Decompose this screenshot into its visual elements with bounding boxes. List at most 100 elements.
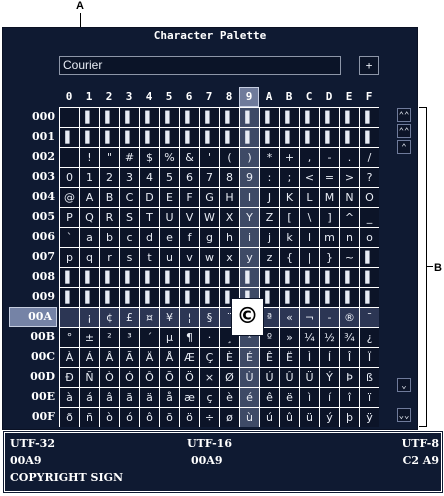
- character-cell[interactable]: ▌: [100, 128, 119, 147]
- character-cell[interactable]: î: [340, 388, 359, 407]
- character-cell[interactable]: 5: [160, 168, 179, 187]
- character-cell[interactable]: .: [340, 148, 359, 167]
- character-cell[interactable]: ý: [320, 408, 339, 427]
- character-cell[interactable]: ▌: [220, 108, 239, 127]
- character-cell[interactable]: ô: [140, 408, 159, 427]
- character-cell[interactable]: ø: [220, 408, 239, 427]
- character-cell[interactable]: ^: [340, 208, 359, 227]
- character-cell[interactable]: ]: [320, 208, 339, 227]
- character-cell[interactable]: X: [220, 208, 239, 227]
- character-cell[interactable]: V: [180, 208, 199, 227]
- character-cell[interactable]: ▌: [180, 128, 199, 147]
- character-cell[interactable]: ¼: [300, 328, 319, 347]
- character-cell[interactable]: ▌: [260, 108, 279, 127]
- character-cell[interactable]: ▌: [320, 128, 339, 147]
- character-cell[interactable]: ú: [260, 408, 279, 427]
- character-cell[interactable]: µ: [160, 328, 179, 347]
- character-cell[interactable]: ▌: [300, 268, 319, 287]
- character-cell[interactable]: x: [220, 248, 239, 267]
- character-cell[interactable]: ': [200, 148, 219, 167]
- character-cell[interactable]: Ô: [140, 368, 159, 387]
- character-cell[interactable]: Í: [320, 348, 339, 367]
- character-cell[interactable]: è: [220, 388, 239, 407]
- character-cell[interactable]: ▌: [280, 108, 299, 127]
- character-cell[interactable]: ▌: [320, 288, 339, 307]
- column-header[interactable]: A: [259, 87, 279, 107]
- character-cell[interactable]: Ø: [220, 368, 239, 387]
- character-cell[interactable]: Ð: [60, 368, 79, 387]
- character-cell[interactable]: £: [120, 308, 139, 327]
- character-cell[interactable]: l: [300, 228, 319, 247]
- character-cell[interactable]: á: [80, 388, 99, 407]
- character-cell[interactable]: ¶: [180, 328, 199, 347]
- character-cell[interactable]: Ã: [120, 348, 139, 367]
- row-header[interactable]: 000: [3, 107, 59, 127]
- character-cell[interactable]: 9: [240, 168, 259, 187]
- character-cell[interactable]: ▌: [280, 268, 299, 287]
- character-cell[interactable]: ¬: [300, 308, 319, 327]
- column-header[interactable]: E: [339, 87, 359, 107]
- character-cell[interactable]: þ: [340, 408, 359, 427]
- character-cell[interactable]: ▌: [140, 128, 159, 147]
- character-cell[interactable]: ~: [340, 248, 359, 267]
- character-cell[interactable]: ▌: [100, 288, 119, 307]
- character-cell[interactable]: ▌: [240, 268, 259, 287]
- character-cell[interactable]: é: [240, 388, 259, 407]
- character-cell[interactable]: Þ: [340, 368, 359, 387]
- character-cell[interactable]: «: [280, 308, 299, 327]
- character-cell[interactable]: y: [240, 248, 259, 267]
- character-cell[interactable]: ▌: [240, 108, 259, 127]
- character-cell[interactable]: û: [280, 408, 299, 427]
- character-cell[interactable]: T: [140, 208, 159, 227]
- character-cell[interactable]: 1: [80, 168, 99, 187]
- character-cell[interactable]: 4: [140, 168, 159, 187]
- character-cell[interactable]: ;: [280, 168, 299, 187]
- character-cell[interactable]: Ì: [300, 348, 319, 367]
- character-cell[interactable]: [60, 308, 79, 327]
- column-header[interactable]: 8: [219, 87, 239, 107]
- character-cell[interactable]: j: [260, 228, 279, 247]
- character-cell[interactable]: à: [60, 388, 79, 407]
- character-cell[interactable]: Ó: [120, 368, 139, 387]
- character-cell[interactable]: ÿ: [360, 408, 379, 427]
- character-cell[interactable]: ð: [60, 408, 79, 427]
- character-cell[interactable]: Ê: [260, 348, 279, 367]
- character-cell[interactable]: c: [120, 228, 139, 247]
- character-cell[interactable]: ): [240, 148, 259, 167]
- character-cell[interactable]: 6: [180, 168, 199, 187]
- character-cell[interactable]: ³: [120, 328, 139, 347]
- character-cell[interactable]: È: [220, 348, 239, 367]
- character-cell[interactable]: ▌: [280, 288, 299, 307]
- character-cell[interactable]: ▌: [140, 268, 159, 287]
- character-cell[interactable]: ´: [140, 328, 159, 347]
- character-cell[interactable]: ÷: [200, 408, 219, 427]
- character-cell[interactable]: [: [280, 208, 299, 227]
- character-cell[interactable]: ▌: [240, 128, 259, 147]
- character-cell[interactable]: {: [280, 248, 299, 267]
- character-cell[interactable]: Ä: [140, 348, 159, 367]
- character-cell[interactable]: |: [300, 248, 319, 267]
- character-cell[interactable]: §: [200, 308, 219, 327]
- character-cell[interactable]: Ò: [100, 368, 119, 387]
- character-cell[interactable]: q: [80, 248, 99, 267]
- character-cell[interactable]: ▌: [360, 128, 379, 147]
- character-cell[interactable]: ▌: [100, 108, 119, 127]
- character-cell[interactable]: ▌: [340, 288, 359, 307]
- character-cell[interactable]: ü: [300, 408, 319, 427]
- character-cell[interactable]: õ: [160, 408, 179, 427]
- character-cell[interactable]: ▌: [160, 108, 179, 127]
- character-cell[interactable]: :: [260, 168, 279, 187]
- character-cell[interactable]: -: [320, 308, 339, 327]
- character-cell[interactable]: \: [300, 208, 319, 227]
- character-cell[interactable]: ó: [120, 408, 139, 427]
- character-cell[interactable]: 2: [100, 168, 119, 187]
- character-cell[interactable]: A: [80, 188, 99, 207]
- character-cell[interactable]: h: [220, 228, 239, 247]
- character-cell[interactable]: ▌: [160, 268, 179, 287]
- character-cell[interactable]: o: [360, 228, 379, 247]
- character-cell[interactable]: ▌: [360, 248, 379, 267]
- character-cell[interactable]: ▌: [60, 288, 79, 307]
- character-cell[interactable]: ▌: [180, 288, 199, 307]
- character-cell[interactable]: m: [320, 228, 339, 247]
- character-cell[interactable]: ½: [320, 328, 339, 347]
